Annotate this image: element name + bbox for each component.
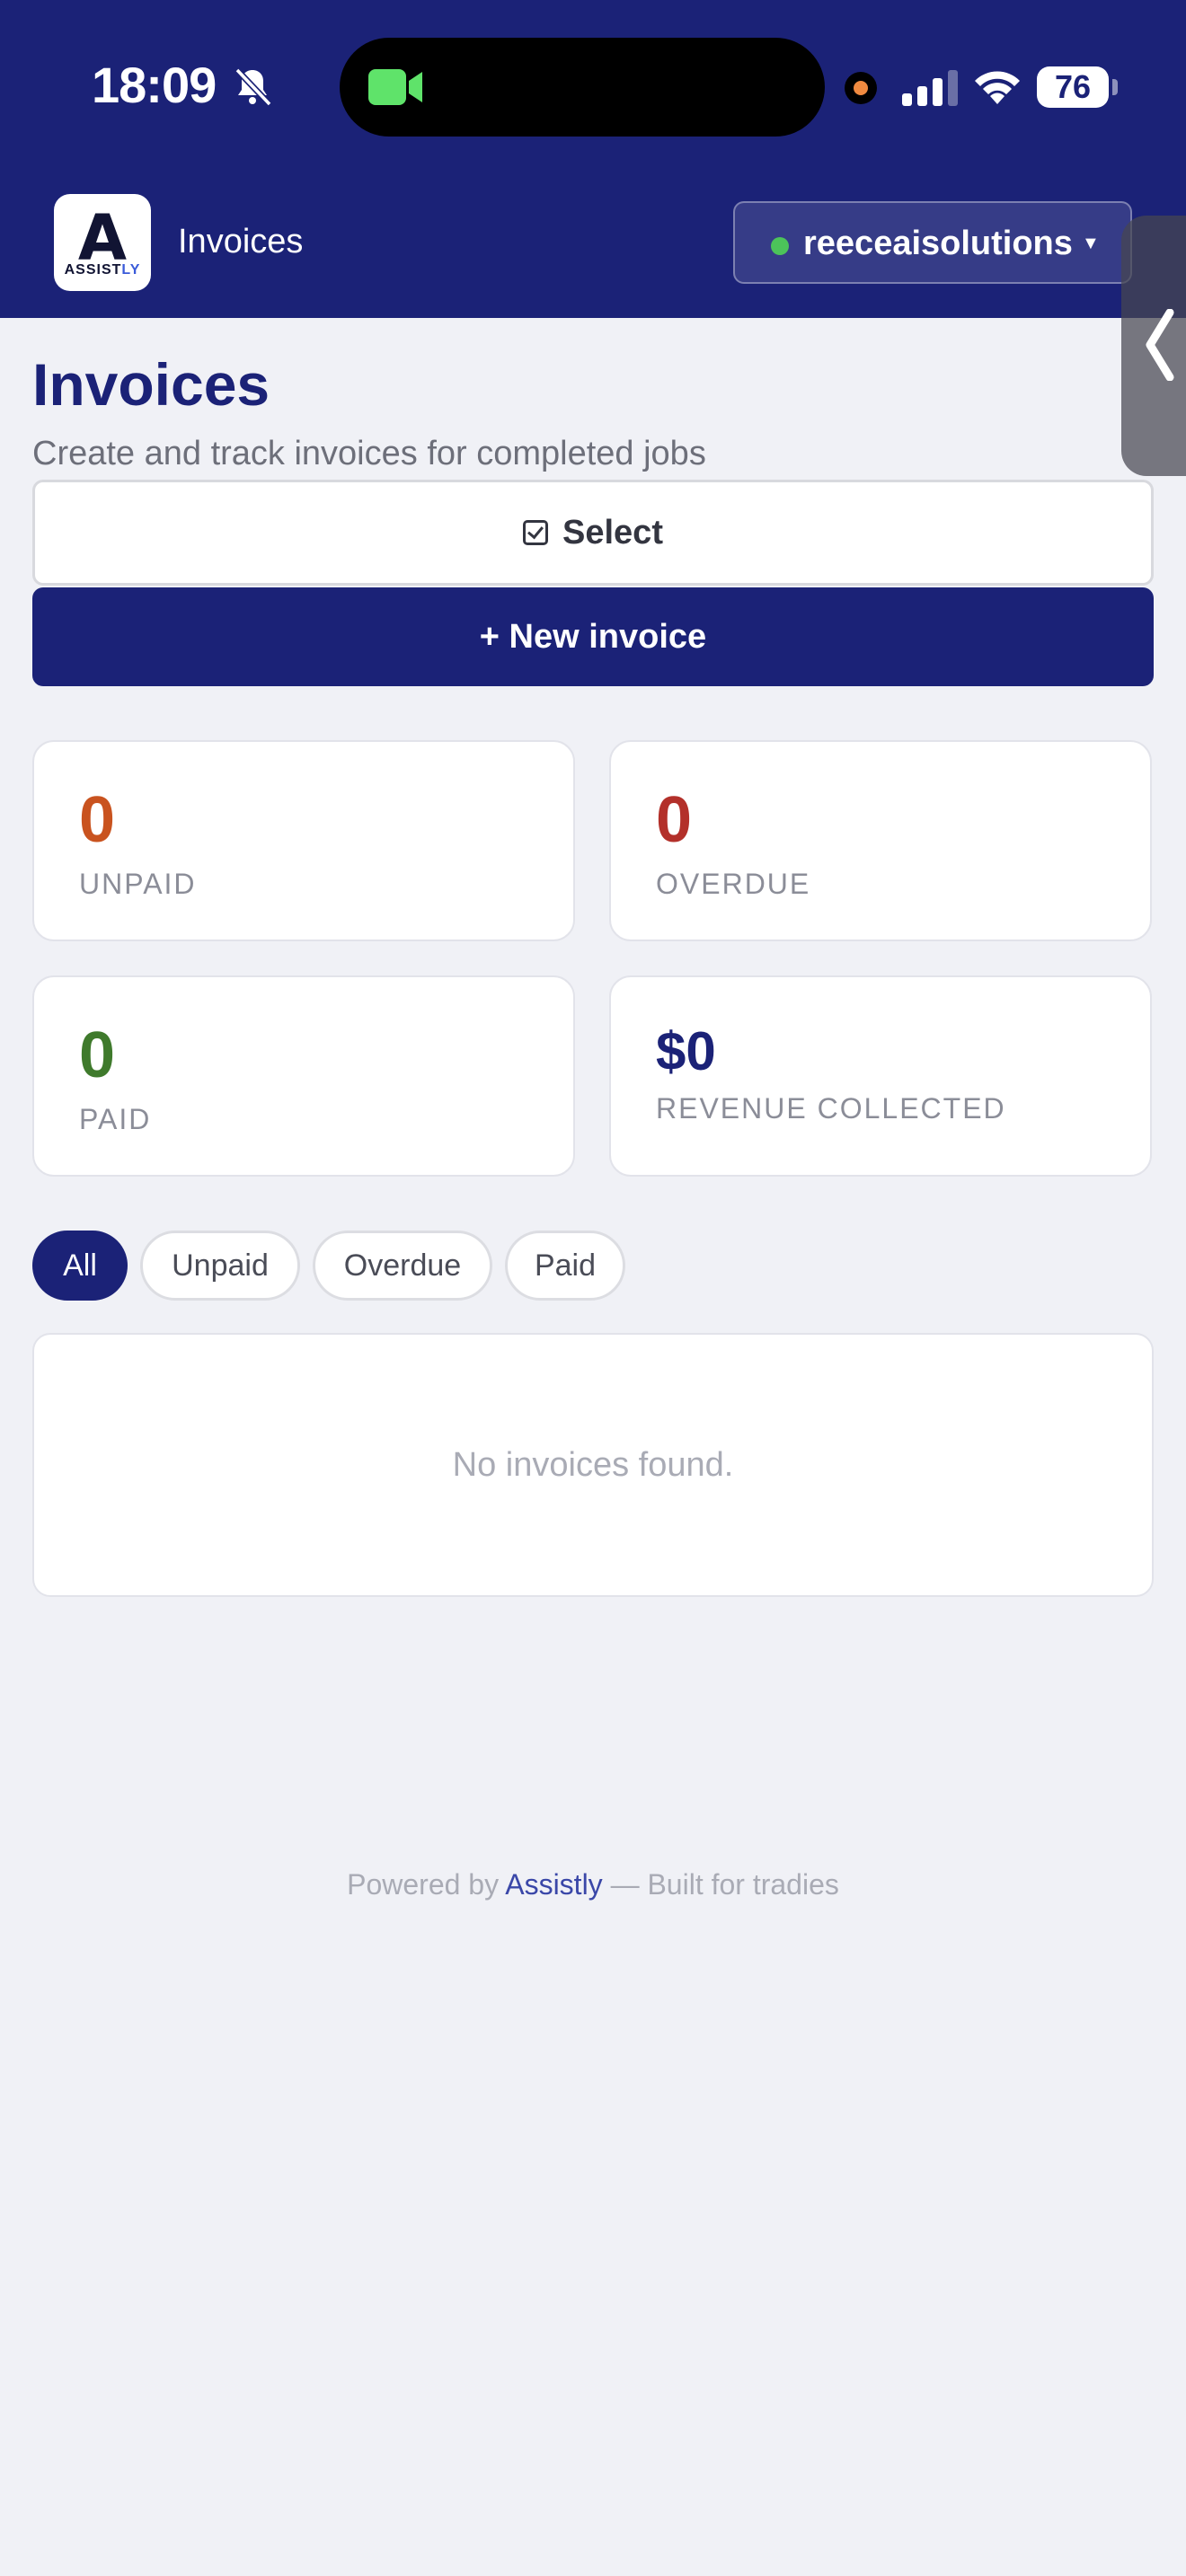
page-title: Invoices [32, 351, 270, 418]
cellular-signal-icon [902, 70, 958, 106]
tenant-name: reeceaisolutions [803, 225, 1073, 262]
side-panel-handle[interactable] [1121, 216, 1186, 476]
stat-value: 0 [79, 1019, 116, 1091]
footer-prefix: Powered by [347, 1868, 500, 1901]
empty-state: No invoices found. [32, 1333, 1154, 1597]
status-dot-icon [771, 237, 789, 255]
tenant-switcher[interactable]: reeceaisolutions ▼ [733, 201, 1132, 284]
battery-cap [1112, 79, 1118, 95]
stat-label: Overdue [656, 868, 811, 900]
filter-all[interactable]: All [32, 1231, 128, 1301]
logo-wordmark: ASSISTLY [64, 262, 141, 278]
status-time: 18:09 [92, 57, 217, 113]
stat-card-paid: 0 Paid [32, 975, 575, 1177]
footer-brand-link[interactable]: Assistly [505, 1868, 602, 1901]
select-button[interactable]: Select [32, 480, 1154, 586]
chevron-left-icon [1146, 309, 1174, 381]
page-subtitle: Create and track invoices for completed … [32, 435, 706, 472]
caret-down-icon: ▼ [1082, 234, 1100, 253]
stat-label: Paid [79, 1103, 152, 1135]
wifi-icon [975, 71, 1020, 104]
facetime-camera-icon [368, 69, 422, 105]
footer: Powered by Assistly — Built for tradies [0, 1868, 1186, 1901]
footer-suffix: — Built for tradies [610, 1868, 839, 1901]
battery-icon: 76 [1037, 66, 1109, 108]
app-bar-title: Invoices [178, 223, 304, 260]
select-button-label: Select [562, 514, 663, 551]
stat-value: 0 [79, 784, 116, 856]
filter-unpaid[interactable]: Unpaid [140, 1231, 300, 1301]
stat-label: Unpaid [79, 868, 197, 900]
stat-label: Revenue collected [656, 1092, 1006, 1125]
checkbox-icon [523, 520, 549, 545]
stat-card-overdue: 0 Overdue [609, 740, 1152, 941]
stat-value: $0 [656, 1021, 716, 1081]
filter-paid[interactable]: Paid [505, 1231, 625, 1301]
stat-card-revenue: $0 Revenue collected [609, 975, 1152, 1177]
stat-card-unpaid: 0 Unpaid [32, 740, 575, 941]
assistly-logo[interactable]: A ASSISTLY [54, 194, 151, 291]
filter-overdue[interactable]: Overdue [313, 1231, 492, 1301]
bell-slash-icon [235, 67, 272, 107]
recording-dot-icon [845, 72, 877, 104]
stat-value: 0 [656, 784, 693, 856]
new-invoice-button[interactable]: + New invoice [32, 587, 1154, 686]
